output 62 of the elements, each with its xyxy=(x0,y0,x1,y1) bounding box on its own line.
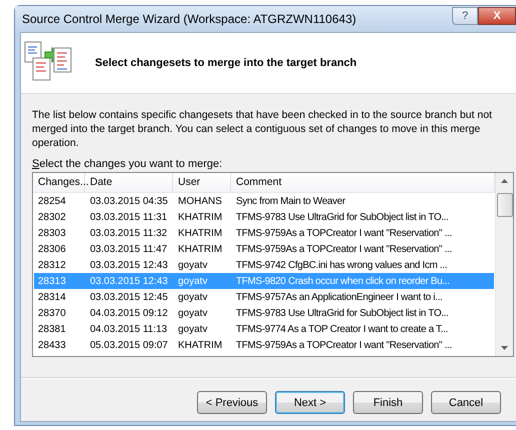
table-cell-text: TFMS-9759As a TOPCreator I want "Reservation" ... xyxy=(235,244,453,254)
table-cell-text: goyatv xyxy=(177,292,208,302)
table-cell-text: TFMS-9759As a TOPCreator I want "Reservation" ... xyxy=(235,228,453,238)
changeset-row[interactable]: 28306 03.03.2015 11:47 KHATRIM TFMS-9759As a TOPCreator I want "Reservation" ... xyxy=(34,241,494,257)
scrollbar-thumb[interactable] xyxy=(496,193,512,217)
table-cell-text: goyatv xyxy=(177,260,208,270)
changeset-row[interactable]: 28312 03.03.2015 12:43 goyatv TFMS-9742 CfgBC.ini has wrong values and Icm ... xyxy=(34,257,494,273)
table-cell-text: 03.03.2015 11:32 xyxy=(89,228,168,238)
table-cell-text: 28313 xyxy=(37,276,67,286)
table-cell-text: 03.03.2015 11:31 xyxy=(89,212,168,222)
table-cell-text: 28254 xyxy=(37,196,67,206)
table-cell-text: KHATRIM xyxy=(177,228,224,238)
table-cell-text: TFMS-9757As an ApplicationEngineer I want to i... xyxy=(235,292,444,302)
column-header[interactable]: Date xyxy=(85,173,173,192)
table-cell-text: TFMS-9783 Use UltraGrid for SubObject list in TO... xyxy=(235,308,450,318)
changeset-row[interactable]: 28381 04.03.2015 11:13 goyatv TFMS-9774 As a TOP Creator I want to create a T... xyxy=(34,321,494,337)
changeset-row[interactable]: 28433 05.03.2015 09:07 KHATRIM TFMS-9759As a TOPCreator I want "Reservation" ... xyxy=(34,337,494,353)
table-cell-text: 03.03.2015 12:43 xyxy=(89,260,169,270)
table-cell-text: 28381 xyxy=(37,324,67,334)
changeset-row[interactable]: 28370 04.03.2015 09:12 goyatv TFMS-9783 Use UltraGrid for SubObject list in TO... xyxy=(34,305,494,321)
table-cell-text: TFMS-9742 CfgBC.ini has wrong values and Icm ... xyxy=(235,260,448,270)
wizard-button[interactable]: Next > xyxy=(275,391,345,414)
table-cell-text: TFMS-9774 As a TOP Creator I want to create a T... xyxy=(235,324,449,334)
column-header[interactable]: User xyxy=(173,173,231,192)
changeset-row[interactable]: 28302 03.03.2015 11:31 KHATRIM TFMS-9783 Use UltraGrid for SubObject list in TO... xyxy=(34,209,494,225)
table-cell-text: goyatv xyxy=(177,276,208,286)
table-cell-text: 28303 xyxy=(37,228,67,238)
table-cell-text: 28306 xyxy=(37,244,67,254)
table-cell-text: 28302 xyxy=(37,212,67,222)
table-cell-text: TFMS-9783 Use UltraGrid for SubObject list in TO... xyxy=(235,212,450,222)
help-button[interactable]: ? xyxy=(452,6,478,24)
table-cell-text: KHATRIM xyxy=(177,340,224,350)
table-cell-text: TFMS-9820 Crash occur when click on reorder Bu... xyxy=(235,276,450,286)
changeset-row[interactable]: 28254 03.03.2015 04:35 MOHANS Sync from Main to Weaver xyxy=(34,193,494,209)
table-cell-text: goyatv xyxy=(177,324,208,334)
table-cell-text: 04.03.2015 09:12 xyxy=(89,308,169,318)
table-cell-text: MOHANS xyxy=(177,196,223,206)
wizard-button[interactable]: Finish xyxy=(353,391,423,414)
window-title: Source Control Merge Wizard (Workspace: ATGRZWN110643) xyxy=(22,12,358,26)
table-cell-text: 28312 xyxy=(37,260,67,270)
changeset-row[interactable]: 28303 03.03.2015 11:32 KHATRIM TFMS-9759As a TOPCreator I want "Reservation" ... xyxy=(34,225,494,241)
changeset-list[interactable] xyxy=(32,172,514,357)
wizard-button[interactable]: < Previous xyxy=(197,391,267,414)
header-title: Select changesets to merge into the target branch xyxy=(95,57,357,69)
table-cell-text: 03.03.2015 12:45 xyxy=(89,292,169,302)
table-cell-text: 28433 xyxy=(37,340,67,350)
table-cell-text: Sync from Main to Weaver xyxy=(235,196,346,206)
table-cell-text: KHATRIM xyxy=(177,212,224,222)
table-cell-text: 03.03.2015 12:43 xyxy=(89,276,169,286)
table-cell-text: TFMS-9759As a TOPCreator I want "Reservation" ... xyxy=(235,340,453,350)
table-cell-text: goyatv xyxy=(177,308,208,318)
description-text: The list below contains specific changesets that have been checked in to the source branch but not merged into the target branch. You can select a contiguous set of changes to move in this merge operation. xyxy=(32,108,493,150)
changeset-row[interactable]: 28314 03.03.2015 12:45 goyatv TFMS-9757As an ApplicationEngineer I want to i... xyxy=(34,289,494,305)
table-cell-text: 28370 xyxy=(37,308,67,318)
table-cell-text: KHATRIM xyxy=(177,244,224,254)
table-cell-text: 03.03.2015 04:35 xyxy=(89,196,169,206)
table-cell-text: 03.03.2015 11:47 xyxy=(89,244,168,254)
table-cell-text: 28314 xyxy=(37,292,67,302)
table-cell-text: 05.03.2015 09:07 xyxy=(89,340,169,350)
list-label: Select the changes you want to merge: xyxy=(32,158,224,170)
table-cell-text: 04.03.2015 11:13 xyxy=(89,324,168,334)
wizard-button[interactable]: Cancel xyxy=(431,391,501,414)
